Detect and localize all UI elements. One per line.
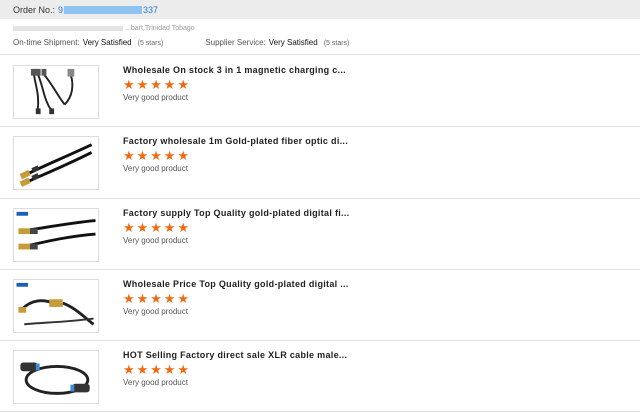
order-header: Order No.: 9 337 (0, 0, 640, 19)
shipment-value: Very Satisfied (82, 38, 132, 47)
list-item: HOT Selling Factory direct sale XLR cabl… (0, 341, 640, 412)
service-stars-text: (5 stars) (323, 40, 350, 47)
star-icon: ★ (163, 290, 176, 306)
star-icon: ★ (163, 148, 176, 164)
star-icon: ★ (150, 219, 162, 235)
product-title[interactable]: Wholesale On stock 3 in 1 magnetic charg… (123, 65, 346, 75)
star-icon: ★ (150, 148, 162, 164)
star-icon: ★ (123, 77, 135, 92)
product-title[interactable]: Factory wholesale 1m Gold-plated fiber o… (123, 136, 348, 146)
review-text: Very good product (123, 93, 188, 102)
shipping-address: ...bart,Trinidad Tobago (13, 25, 195, 32)
star-icon: ★ (177, 290, 190, 306)
product-review-list: Wholesale On stock 3 in 1 magnetic charg… (0, 56, 640, 412)
coax-cable-image-svg (16, 282, 95, 326)
service-value: Very Satisfied (268, 38, 318, 47)
star-icon: ★ (150, 290, 162, 306)
star-icon: ★ (136, 77, 149, 92)
order-meta: ...bart,Trinidad Tobago On-time Shipment… (0, 19, 640, 55)
list-item: Factory wholesale 1m Gold-plated fiber o… (0, 127, 640, 199)
star-icon: ★ (177, 148, 190, 164)
star-icon: ★ (177, 77, 190, 92)
order-number-link[interactable]: 9 337 (58, 5, 158, 15)
star-icon: ★ (136, 219, 149, 235)
star-rating: ★ ★ ★ ★ ★ (123, 292, 191, 305)
product-title[interactable]: Wholesale Price Top Quality gold-plated … (123, 279, 349, 289)
star-icon: ★ (123, 219, 135, 235)
review-text: Very good product (123, 306, 188, 316)
rca-cable-image-svg (19, 143, 93, 188)
supplier-ratings: On-time Shipment: Very Satisfied (5 star… (13, 38, 349, 47)
star-icon: ★ (150, 77, 162, 92)
list-item: Wholesale Price Top Quality gold-plated … (0, 270, 640, 342)
xlr-cable-image[interactable] (13, 350, 99, 405)
review-text: Very good product (123, 164, 188, 174)
star-icon: ★ (123, 148, 135, 164)
optical-cable-image[interactable] (13, 207, 99, 262)
rca-cable-image[interactable] (13, 136, 99, 191)
star-icon: ★ (177, 219, 190, 235)
star-icon: ★ (136, 362, 149, 378)
order-label: Order No.: (13, 4, 56, 15)
order-number-mask (64, 6, 143, 15)
shipment-rating: On-time Shipment: Very Satisfied (5 star… (13, 38, 163, 47)
star-rating: ★ ★ ★ ★ ★ (123, 363, 191, 376)
product-title[interactable]: HOT Selling Factory direct sale XLR cabl… (123, 350, 347, 360)
address-redaction (13, 25, 123, 31)
product-title[interactable]: Factory supply Top Quality gold-plated d… (123, 208, 349, 218)
xlr-cable-image-svg (20, 362, 90, 396)
star-icon: ★ (136, 290, 149, 306)
review-text: Very good product (123, 378, 188, 388)
star-rating: ★ ★ ★ ★ ★ (123, 221, 191, 234)
service-rating: Supplier Service: Very Satisfied (5 star… (205, 38, 349, 47)
star-icon: ★ (163, 77, 176, 92)
usb-cable-image[interactable] (13, 65, 99, 119)
star-rating: ★ ★ ★ ★ ★ (123, 149, 191, 162)
list-item: Factory supply Top Quality gold-plated d… (0, 199, 640, 270)
review-text: Very good product (123, 235, 188, 245)
star-rating: ★ ★ ★ ★ ★ (123, 78, 191, 91)
star-icon: ★ (123, 362, 135, 378)
star-icon: ★ (136, 148, 149, 164)
star-icon: ★ (163, 362, 176, 378)
star-icon: ★ (123, 290, 135, 306)
coax-cable-image[interactable] (13, 278, 99, 333)
optical-cable-image-svg (16, 211, 96, 250)
star-icon: ★ (150, 362, 162, 378)
list-item: Wholesale On stock 3 in 1 magnetic charg… (0, 56, 640, 128)
shipment-stars-text: (5 stars) (137, 40, 164, 47)
shipment-label: On-time Shipment: (13, 38, 80, 47)
usb-cable-image-svg (30, 68, 75, 115)
star-icon: ★ (163, 219, 176, 235)
service-label: Supplier Service: (205, 38, 266, 47)
star-icon: ★ (177, 362, 190, 378)
